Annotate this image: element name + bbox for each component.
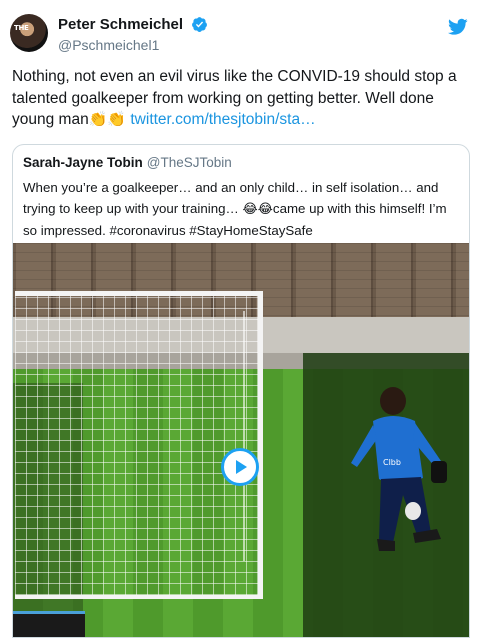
- video-play-button[interactable]: [221, 448, 259, 486]
- goalkeeper-boy-figure: Clbb: [351, 387, 447, 551]
- twitter-bird-icon[interactable]: [448, 18, 468, 36]
- author-handle[interactable]: @Pschmeichel1: [58, 37, 208, 53]
- quoted-tweet-header: Sarah-Jayne Tobin @TheSJTobin: [23, 155, 232, 170]
- tweet-header: THE Peter Schmeichel @Pschmeichel1: [10, 14, 480, 58]
- clap-emoji: 👏👏: [88, 110, 127, 128]
- garden-object: [13, 611, 85, 637]
- video-player[interactable]: Clbb: [13, 243, 469, 637]
- author-avatar[interactable]: THE: [10, 14, 48, 52]
- play-icon: [236, 460, 247, 474]
- quoted-tweet-card[interactable]: Sarah-Jayne Tobin @TheSJTobin When you’re…: [12, 144, 470, 638]
- verified-badge-icon: [191, 17, 207, 33]
- laughing-emoji: 😂😂: [242, 202, 273, 217]
- svg-text:Clbb: Clbb: [383, 458, 401, 467]
- author-name-block: Peter Schmeichel @Pschmeichel1: [58, 16, 208, 53]
- tweet-body: Nothing, not even an evil virus like the…: [12, 66, 474, 131]
- quoted-tweet-text: When you’re a goalkeeper… and an only ch…: [23, 177, 463, 241]
- goal-frame: [15, 291, 263, 599]
- author-display-name[interactable]: Peter Schmeichel: [58, 16, 183, 33]
- tweet-link[interactable]: twitter.com/thesjtobin/sta…: [130, 111, 315, 128]
- avatar-logo-text: THE: [14, 24, 29, 32]
- quoted-author-handle[interactable]: @TheSJTobin: [147, 155, 232, 170]
- quoted-author-name[interactable]: Sarah-Jayne Tobin: [23, 155, 143, 170]
